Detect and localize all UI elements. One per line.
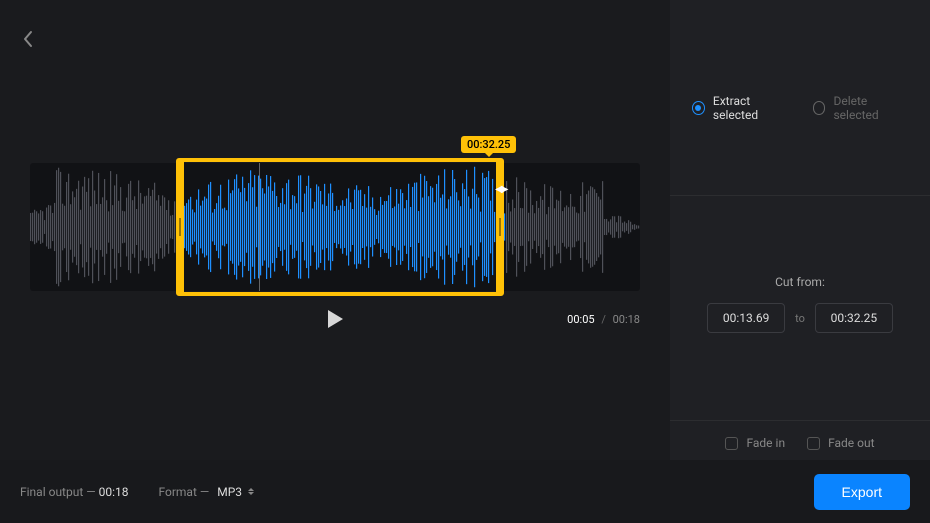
radio-indicator-icon	[813, 101, 826, 115]
total-time: 00:18	[613, 313, 640, 326]
cut-inputs: 00:13.69 to 00:32.25	[670, 303, 930, 333]
radio-label: Extract selected	[713, 94, 791, 122]
checkbox-label: Fade out	[828, 436, 874, 450]
final-output-readout: Final output — 00:18	[20, 485, 128, 499]
waveform-track[interactable]: 00:32.25 ◀▶	[30, 163, 640, 291]
time-readout: 00:05 / 00:18	[567, 313, 640, 326]
fade-out-checkbox[interactable]: Fade out	[807, 436, 874, 450]
bottom-bar: Final output — 00:18 Format — MP3 Export	[0, 460, 930, 523]
format-selector: Format — MP3	[158, 485, 254, 499]
radio-label: Delete selected	[833, 94, 908, 122]
back-button[interactable]	[22, 30, 38, 46]
checkbox-label: Fade in	[746, 436, 785, 450]
format-value: MP3	[217, 485, 242, 499]
playback-row: 00:05 / 00:18	[30, 305, 640, 335]
radio-delete-selected[interactable]: Delete selected	[813, 94, 908, 122]
selection-handle-right[interactable]	[499, 218, 501, 236]
divider	[670, 195, 930, 196]
cut-start-input[interactable]: 00:13.69	[707, 303, 785, 333]
to-label: to	[795, 312, 805, 325]
cut-end-input[interactable]: 00:32.25	[815, 303, 893, 333]
play-button[interactable]	[326, 309, 344, 329]
radio-extract-selected[interactable]: Extract selected	[692, 94, 791, 122]
radio-indicator-icon	[692, 101, 705, 115]
editor-main: 00:32.25 ◀▶ 00:05 / 00:18	[0, 0, 670, 460]
fade-in-checkbox[interactable]: Fade in	[725, 436, 785, 450]
current-time: 00:05	[567, 313, 594, 326]
checkbox-icon	[807, 437, 820, 450]
selection-handle-left[interactable]	[179, 218, 181, 236]
resize-cursor-icon: ◀▶	[495, 184, 506, 195]
selection-region[interactable]: 00:32.25 ◀▶	[176, 158, 505, 296]
cut-from-title: Cut from:	[670, 275, 930, 289]
fade-row: Fade in Fade out	[670, 436, 930, 450]
export-button[interactable]: Export	[814, 474, 910, 510]
selection-end-tooltip: 00:32.25	[461, 136, 516, 153]
mode-radio-group: Extract selected Delete selected	[670, 94, 930, 122]
final-output-value: 00:18	[99, 485, 129, 499]
divider	[670, 420, 930, 421]
final-output-label: Final output —	[20, 485, 96, 499]
format-label: Format —	[158, 485, 209, 499]
cut-from-section: Cut from: 00:13.69 to 00:32.25	[670, 275, 930, 333]
side-panel: Extract selected Delete selected Cut fro…	[670, 0, 930, 460]
stepper-icon	[248, 488, 254, 495]
checkbox-icon	[725, 437, 738, 450]
play-icon	[326, 309, 344, 329]
time-separator: /	[601, 313, 606, 326]
chevron-left-icon	[22, 30, 34, 48]
format-dropdown[interactable]: MP3	[217, 485, 254, 499]
